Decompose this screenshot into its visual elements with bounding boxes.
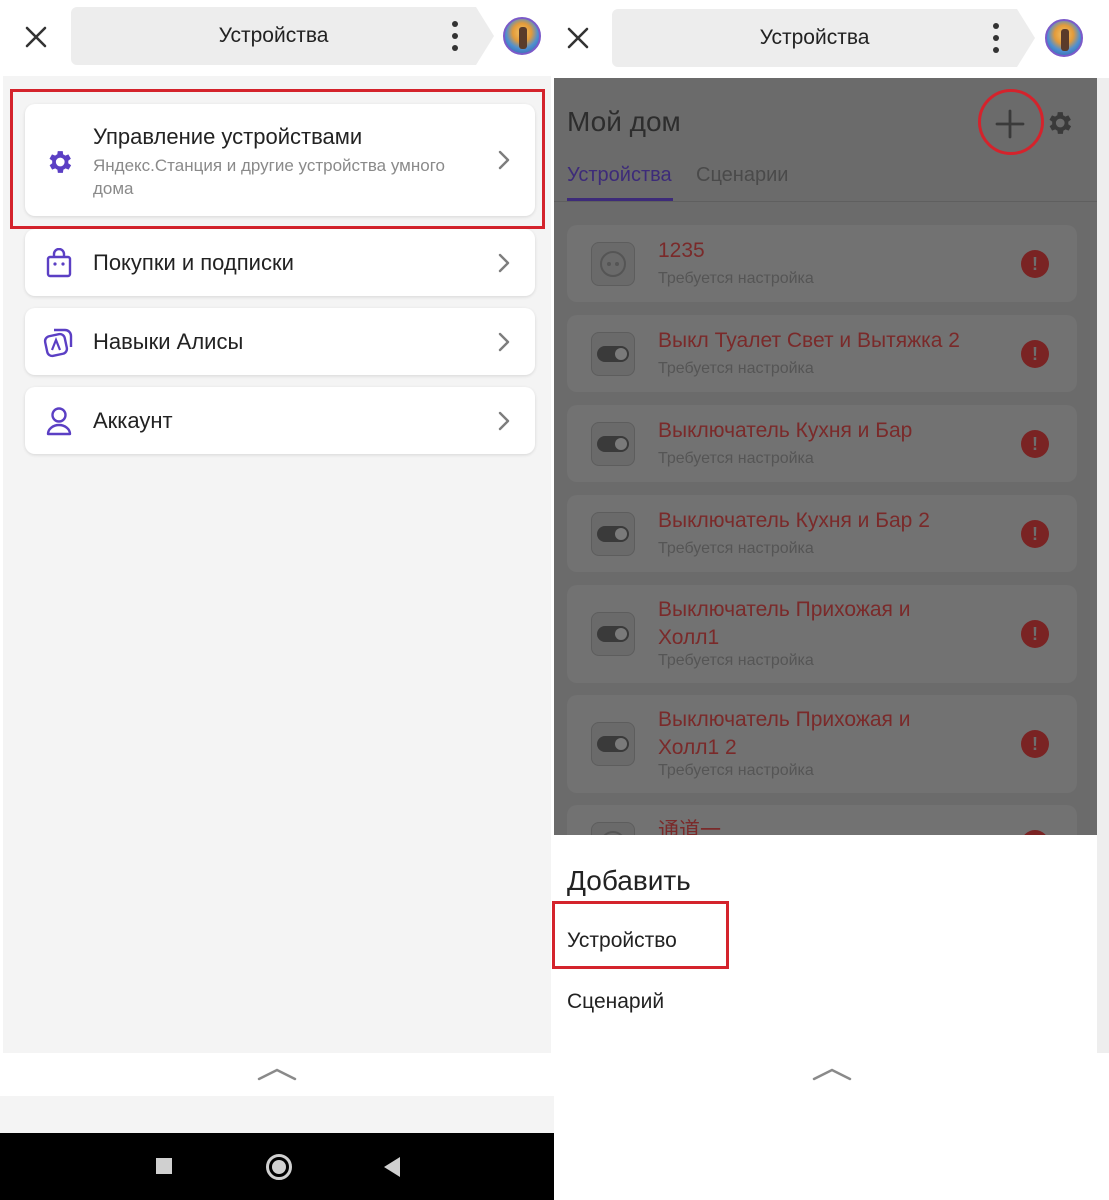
top-bar: Устройства xyxy=(0,0,554,76)
highlight-frame xyxy=(10,89,545,229)
header-title: Устройства xyxy=(218,24,329,47)
top-bar: Устройства xyxy=(554,0,1109,76)
device-name: Выключатель Прихожая и Холл1 2 xyxy=(658,708,911,759)
add-scenario-option[interactable]: Сценарий xyxy=(567,990,664,1014)
back-button[interactable] xyxy=(384,1157,400,1177)
close-icon xyxy=(567,27,589,49)
device-row[interactable]: 通道一 ! xyxy=(567,805,1077,835)
switch-icon xyxy=(591,722,635,766)
warning-icon: ! xyxy=(1021,730,1049,758)
chevron-right-icon xyxy=(498,253,510,273)
device-status: Требуется настройка xyxy=(658,450,814,467)
home-screen-dimmed: Мой дом Устройства Сценарии 1235 Требует… xyxy=(554,78,1097,835)
highlight-circle xyxy=(978,89,1044,155)
warning-icon: ! xyxy=(1021,250,1049,278)
switch-icon xyxy=(591,512,635,556)
device-row[interactable]: Выключатель Кухня и Бар Требуется настро… xyxy=(567,405,1077,482)
device-name: Выключатель Кухня и Бар 2 xyxy=(658,509,930,532)
account-icon xyxy=(43,405,75,437)
close-button[interactable] xyxy=(16,17,56,57)
warning-icon: ! xyxy=(1021,340,1049,368)
switch-icon xyxy=(591,612,635,656)
device-name: 1235 xyxy=(658,239,705,262)
header-title-pill[interactable]: Устройства xyxy=(71,7,494,65)
bottom-sheet-handle[interactable] xyxy=(554,1053,1109,1096)
pill-arrow xyxy=(1017,9,1035,67)
device-status: Требуется настройка xyxy=(658,652,814,669)
device-name: Выключатель Кухня и Бар xyxy=(658,419,913,442)
highlight-frame xyxy=(552,901,729,969)
menu-item-alice-skills[interactable]: Навыки Алисы xyxy=(25,308,535,375)
device-status: Требуется настройка xyxy=(658,270,814,287)
pill-arrow xyxy=(476,7,494,65)
recents-button[interactable] xyxy=(156,1158,172,1174)
device-status: Требуется настройка xyxy=(658,540,814,557)
socket-icon xyxy=(591,242,635,286)
avatar[interactable] xyxy=(503,17,541,55)
device-row[interactable]: 1235 Требуется настройка ! xyxy=(567,225,1077,302)
caret-up-icon xyxy=(257,1068,297,1081)
alice-skills-icon xyxy=(43,326,75,358)
edge-strip xyxy=(1097,78,1109,1053)
device-name: Выключатель Прихожая и Холл1 xyxy=(658,598,911,649)
device-name: Выкл Туалет Свет и Вытяжка 2 xyxy=(658,329,960,352)
caret-up-icon xyxy=(812,1068,851,1081)
warning-icon: ! xyxy=(1021,620,1049,648)
chevron-right-icon xyxy=(498,411,510,431)
screenshot: Устройства Управление устройствами Яндек… xyxy=(0,0,1109,1200)
shopping-bag-icon xyxy=(43,247,75,279)
warning-icon: ! xyxy=(1021,520,1049,548)
bottom-sheet-handle[interactable] xyxy=(0,1053,554,1096)
home-title: Мой дом xyxy=(567,106,681,137)
socket-icon xyxy=(591,822,635,835)
more-menu-icon[interactable] xyxy=(991,23,1001,53)
tab-divider xyxy=(554,201,1097,202)
device-name: 通道一 xyxy=(658,819,721,835)
menu-item-purchases[interactable]: Покупки и подписки xyxy=(25,229,535,296)
close-button[interactable] xyxy=(558,18,598,58)
menu-item-label: Аккаунт xyxy=(93,408,173,433)
device-row[interactable]: Выключатель Прихожая и Холл1 2 Требуется… xyxy=(567,695,1077,793)
home-button[interactable] xyxy=(266,1154,292,1180)
switch-icon xyxy=(591,332,635,376)
android-nav-bar xyxy=(0,1133,554,1200)
header-title-pill[interactable]: Устройства xyxy=(612,9,1035,67)
switch-icon xyxy=(591,422,635,466)
device-row[interactable]: Выкл Туалет Свет и Вытяжка 2 Требуется н… xyxy=(567,315,1077,392)
menu-item-label: Покупки и подписки xyxy=(93,250,294,275)
device-row[interactable]: Выключатель Прихожая и Холл1 Требуется н… xyxy=(567,585,1077,683)
more-menu-icon[interactable] xyxy=(450,21,460,51)
avatar[interactable] xyxy=(1045,19,1083,57)
settings-gear-icon[interactable] xyxy=(1044,108,1074,138)
chevron-right-icon xyxy=(498,332,510,352)
header-title: Устройства xyxy=(759,26,870,49)
menu-item-label: Навыки Алисы xyxy=(93,329,244,354)
right-screen: Устройства Мой дом Устройства Сценарии 1… xyxy=(552,0,1109,1200)
device-status: Требуется настройка xyxy=(658,360,814,377)
menu-item-account[interactable]: Аккаунт xyxy=(25,387,535,454)
device-row[interactable]: Выключатель Кухня и Бар 2 Требуется наст… xyxy=(567,495,1077,572)
device-status: Требуется настройка xyxy=(658,762,814,779)
tab-scenarios[interactable]: Сценарии xyxy=(696,164,788,187)
spacer xyxy=(0,1096,554,1133)
warning-icon: ! xyxy=(1021,430,1049,458)
tab-devices[interactable]: Устройства xyxy=(567,164,672,187)
active-tab-indicator xyxy=(567,198,673,201)
close-icon xyxy=(25,26,47,48)
add-sheet-title: Добавить xyxy=(567,865,691,896)
left-screen: Устройства Управление устройствами Яндек… xyxy=(0,0,554,1200)
add-bottom-sheet: Добавить Устройство Сценарий xyxy=(552,835,1097,1053)
